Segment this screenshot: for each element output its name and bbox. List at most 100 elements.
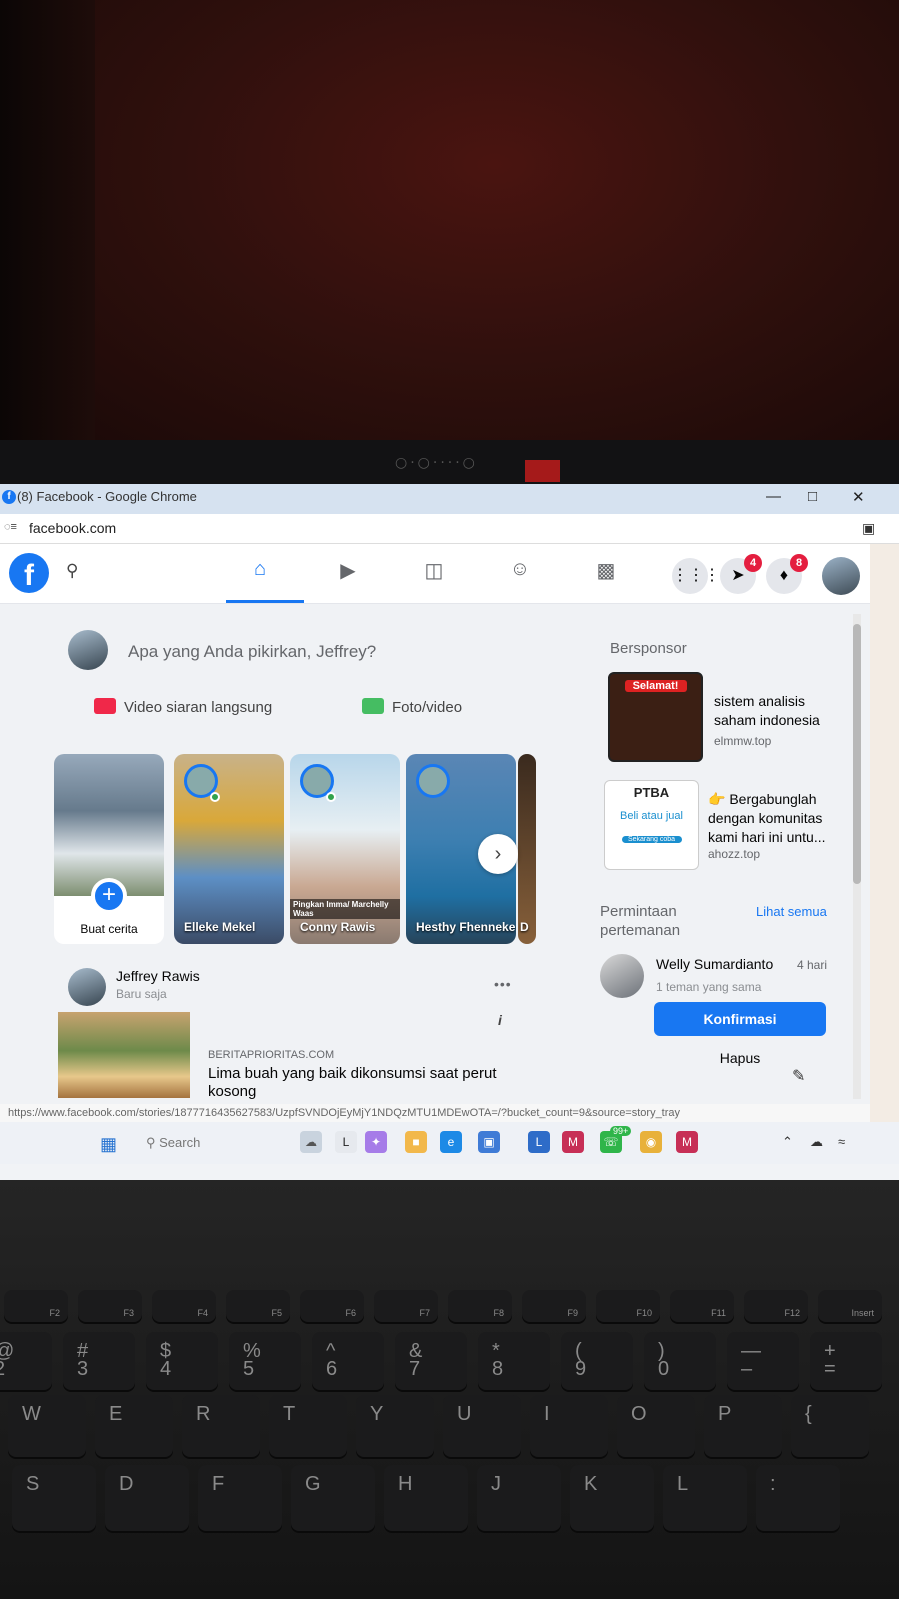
task-view-icon[interactable]: L xyxy=(335,1131,357,1153)
letter-key[interactable]: T xyxy=(269,1395,347,1457)
letter-key[interactable]: R xyxy=(182,1395,260,1457)
letter-key[interactable]: K xyxy=(570,1465,654,1531)
letter-key[interactable]: E xyxy=(95,1395,173,1457)
facebook-logo-icon[interactable]: f xyxy=(9,553,49,593)
more-options-icon[interactable]: ••• xyxy=(494,976,512,992)
function-key[interactable]: F10 xyxy=(596,1290,660,1322)
number-key[interactable]: ^ 6 xyxy=(312,1332,384,1390)
number-key[interactable]: @2 xyxy=(0,1332,52,1390)
address-bar[interactable]: ◌≡ facebook.com ▣ xyxy=(0,514,899,544)
letter-key[interactable]: H xyxy=(384,1465,468,1531)
taskbar-search[interactable]: ⚲ Search xyxy=(146,1135,200,1151)
number-key[interactable]: + = xyxy=(810,1332,882,1390)
number-key[interactable]: ) 0 xyxy=(644,1332,716,1390)
letter-key[interactable]: F xyxy=(198,1465,282,1531)
number-key[interactable]: * 8 xyxy=(478,1332,550,1390)
cloud-icon[interactable]: ☁ xyxy=(810,1134,823,1150)
scrollbar-thumb[interactable] xyxy=(853,624,861,884)
gaming-icon[interactable]: ▩ xyxy=(576,558,636,588)
chevron-right-icon[interactable]: › xyxy=(478,834,518,874)
story-card[interactable]: Pingkan Imma/ Marchelly Waas Conny Rawis xyxy=(290,754,400,944)
letter-key[interactable]: { xyxy=(791,1395,869,1457)
new-message-icon[interactable]: ✎ xyxy=(792,1066,805,1086)
number-key[interactable]: — – xyxy=(727,1332,799,1390)
post-author-name[interactable]: Jeffrey Rawis xyxy=(116,968,200,984)
story-card[interactable]: D xyxy=(518,754,536,944)
letter-key[interactable]: P xyxy=(704,1395,782,1457)
function-key[interactable]: F6 xyxy=(300,1290,364,1322)
menu-grid-icon[interactable]: ⋮⋮⋮ xyxy=(672,558,720,594)
composer-input[interactable]: Apa yang Anda pikirkan, Jeffrey? xyxy=(128,642,376,662)
letter-key[interactable]: D xyxy=(105,1465,189,1531)
letter-key[interactable]: U xyxy=(443,1395,521,1457)
chrome-icon[interactable]: ◉ xyxy=(640,1131,662,1153)
post-link-image[interactable] xyxy=(58,1012,190,1098)
ad-image[interactable]: PTBA Beli atau jual Sekarang coba xyxy=(604,780,699,870)
store-icon[interactable]: ▣ xyxy=(478,1131,500,1153)
windows-start-icon[interactable]: ▦ xyxy=(100,1134,117,1155)
function-key[interactable]: F7 xyxy=(374,1290,438,1322)
widgets-icon[interactable]: ☁ xyxy=(300,1131,322,1153)
letter-key[interactable]: W xyxy=(8,1395,86,1457)
info-icon[interactable]: i xyxy=(498,1012,502,1028)
video-icon[interactable]: ▶ xyxy=(318,558,378,588)
install-app-icon[interactable]: ▣ xyxy=(862,520,875,537)
letter-key[interactable]: L xyxy=(663,1465,747,1531)
copilot-icon[interactable]: ✦ xyxy=(365,1131,387,1153)
story-card[interactable]: Elleke Mekel xyxy=(174,754,284,944)
url-field[interactable]: facebook.com xyxy=(29,520,116,536)
chevron-up-icon[interactable]: ⌃ xyxy=(782,1134,793,1150)
letter-key[interactable]: G xyxy=(291,1465,375,1531)
function-key[interactable]: F4 xyxy=(152,1290,216,1322)
number-key[interactable]: (9 xyxy=(561,1332,633,1390)
letter-key[interactable]: : xyxy=(756,1465,840,1531)
function-key[interactable]: F12 xyxy=(744,1290,808,1322)
plus-icon[interactable]: + xyxy=(91,878,127,914)
ad-image[interactable]: Selamat! xyxy=(608,672,703,762)
post-link-title[interactable]: Lima buah yang baik dikonsumsi saat peru… xyxy=(208,1065,498,1101)
mcafee-icon[interactable]: M xyxy=(676,1131,698,1153)
ad-title[interactable]: sistem analisis saham indonesia xyxy=(714,692,839,730)
friend-request-avatar[interactable] xyxy=(600,954,644,998)
home-icon[interactable]: ⌂ xyxy=(230,558,290,588)
see-all-link[interactable]: Lihat semua xyxy=(756,904,827,919)
friend-request-name[interactable]: Welly Sumardianto xyxy=(656,956,773,972)
post-author-avatar[interactable] xyxy=(68,968,106,1006)
mutual-friends[interactable]: 1 teman yang sama xyxy=(656,980,761,994)
number-key[interactable]: $4 xyxy=(146,1332,218,1390)
photo-video-button[interactable]: Foto/video xyxy=(362,698,462,716)
create-story-card[interactable]: + Buat cerita xyxy=(54,754,164,944)
account-avatar[interactable] xyxy=(822,557,860,595)
number-key[interactable]: & 7 xyxy=(395,1332,467,1390)
groups-icon[interactable]: ☺ xyxy=(490,558,550,588)
composer-avatar[interactable] xyxy=(68,630,108,670)
site-settings-icon[interactable]: ◌≡ xyxy=(4,521,17,533)
search-icon[interactable]: ⚲ xyxy=(66,561,78,581)
wifi-icon[interactable]: ≈ xyxy=(838,1134,845,1149)
function-key[interactable]: F9 xyxy=(522,1290,586,1322)
edge-icon[interactable]: e xyxy=(440,1131,462,1153)
letter-key[interactable]: J xyxy=(477,1465,561,1531)
minimize-icon[interactable]: — xyxy=(766,488,781,505)
letter-key[interactable]: S xyxy=(12,1465,96,1531)
app-icon[interactable]: L xyxy=(528,1131,550,1153)
ad-title[interactable]: 👉 Bergabunglah dengan komunitas kami har… xyxy=(708,790,836,847)
number-key[interactable]: #3 xyxy=(63,1332,135,1390)
function-key[interactable]: Insert xyxy=(818,1290,882,1322)
function-key[interactable]: F8 xyxy=(448,1290,512,1322)
letter-key[interactable]: I xyxy=(530,1395,608,1457)
confirm-button[interactable]: Konfirmasi xyxy=(654,1002,826,1036)
number-key[interactable]: % 5 xyxy=(229,1332,301,1390)
function-key[interactable]: F2 xyxy=(4,1290,68,1322)
mcafee-icon[interactable]: M xyxy=(562,1131,584,1153)
close-icon[interactable]: ✕ xyxy=(852,488,865,506)
letter-key[interactable]: O xyxy=(617,1395,695,1457)
letter-key[interactable]: Y xyxy=(356,1395,434,1457)
live-video-button[interactable]: Video siaran langsung xyxy=(94,698,272,716)
function-key[interactable]: F3 xyxy=(78,1290,142,1322)
post-time[interactable]: Baru saja xyxy=(116,987,167,1001)
function-key[interactable]: F11 xyxy=(670,1290,734,1322)
function-key[interactable]: F5 xyxy=(226,1290,290,1322)
maximize-icon[interactable]: □ xyxy=(808,488,817,505)
file-explorer-icon[interactable]: ■ xyxy=(405,1131,427,1153)
